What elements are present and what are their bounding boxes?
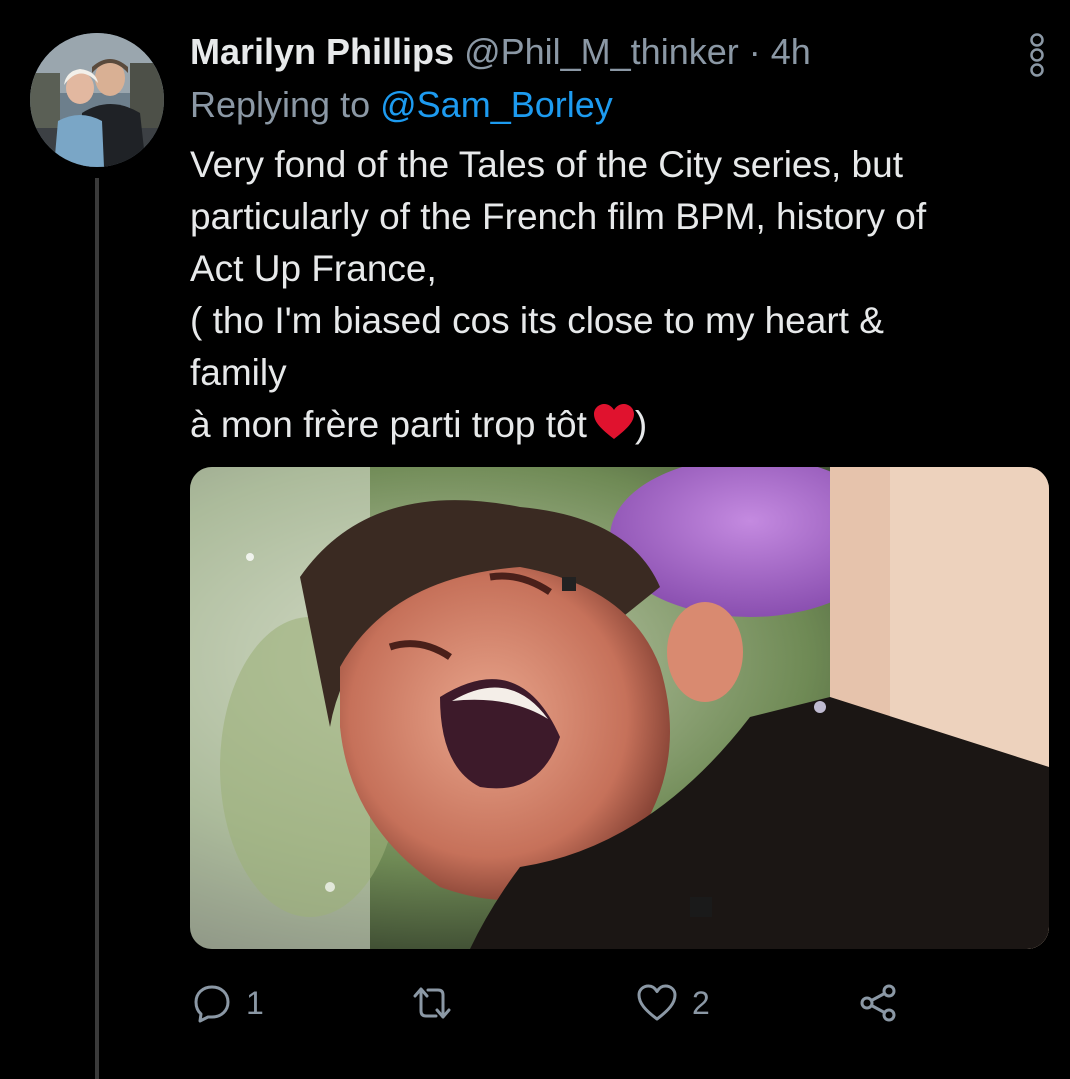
retweet-button[interactable]: [410, 975, 468, 1031]
separator-dot: ·: [748, 31, 761, 72]
display-name[interactable]: Marilyn Phillips: [190, 31, 454, 72]
photo-image: [190, 467, 1049, 949]
replying-to: Replying to @Sam_Borley: [190, 80, 613, 130]
share-icon: [858, 983, 898, 1023]
reply-to-handle[interactable]: @Sam_Borley: [380, 84, 613, 125]
share-button[interactable]: [858, 975, 898, 1031]
timestamp[interactable]: 4h: [771, 31, 811, 72]
replying-prefix: Replying to: [190, 84, 371, 125]
retweet-icon: [410, 983, 454, 1023]
tweet-text-line: à mon frère parti trop tôt: [190, 404, 587, 445]
more-vertical-icon[interactable]: [1026, 32, 1048, 78]
user-handle[interactable]: @Phil_M_thinker: [464, 31, 739, 72]
tweet-text-line: ( tho I'm biased cos its close to my hea…: [190, 300, 884, 341]
reply-icon: [192, 983, 232, 1023]
avatar[interactable]: [30, 33, 164, 167]
tweet-text-line: particularly of the French film BPM, his…: [190, 196, 927, 237]
tweet-photo[interactable]: [190, 467, 1049, 949]
reply-count: 1: [246, 984, 264, 1021]
red-heart-emoji: [593, 403, 635, 455]
thread-line: [95, 178, 99, 1079]
tweet-text-line: Act Up France,: [190, 248, 437, 289]
tweet-header: Marilyn Phillips @Phil_M_thinker · 4h: [190, 27, 1010, 77]
like-count: 2: [692, 984, 710, 1021]
tweet-text-line: Very fond of the Tales of the City serie…: [190, 144, 903, 185]
tweet-actions: 1 2: [190, 975, 1050, 1031]
like-button[interactable]: 2: [636, 975, 710, 1031]
tweet-text-last-line: à mon frère parti trop tôt): [190, 399, 1030, 455]
tweet[interactable]: Marilyn Phillips @Phil_M_thinker · 4h Re…: [0, 0, 1070, 1079]
profile-photo: [30, 33, 164, 167]
tweet-text: Very fond of the Tales of the City serie…: [190, 139, 1030, 455]
tweet-text-suffix: ): [634, 404, 648, 445]
heart-outline-icon: [636, 983, 678, 1023]
tweet-text-line: family: [190, 352, 287, 393]
reply-button[interactable]: 1: [192, 975, 264, 1031]
